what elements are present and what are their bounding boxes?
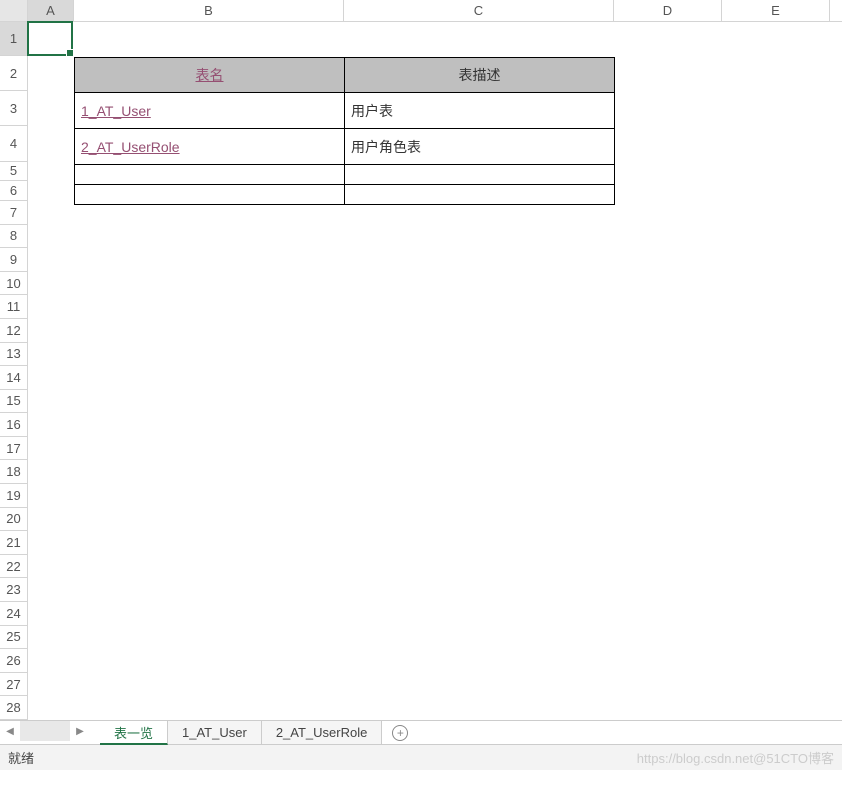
scroll-track[interactable]	[20, 721, 70, 741]
row-header-8[interactable]: 8	[0, 225, 27, 249]
row-header-19[interactable]: 19	[0, 484, 27, 508]
header-link[interactable]: 表名	[196, 67, 224, 83]
row-header-13[interactable]: 13	[0, 343, 27, 367]
row-header-11[interactable]: 11	[0, 295, 27, 319]
table-link[interactable]: 2_AT_UserRole	[81, 139, 180, 155]
row-header-22[interactable]: 22	[0, 555, 27, 579]
row-header-23[interactable]: 23	[0, 578, 27, 602]
table-row[interactable]	[75, 165, 615, 185]
table-row[interactable]: 1_AT_User 用户表	[75, 93, 615, 129]
row-header-16[interactable]: 16	[0, 413, 27, 437]
row-header-3[interactable]: 3	[0, 91, 27, 126]
status-ready: 就绪	[8, 748, 34, 767]
sheet-tab[interactable]: 表一览	[100, 721, 168, 745]
table-row[interactable]	[75, 185, 615, 205]
watermark-text: https://blog.csdn.net@51CTO博客	[637, 748, 834, 767]
row-header-15[interactable]: 15	[0, 390, 27, 414]
column-header-d[interactable]: D	[614, 0, 722, 21]
scroll-left-icon[interactable]: ◀	[0, 721, 20, 741]
sheet-area: 1234567891011121314151617181920212223242…	[0, 22, 842, 720]
row-header-14[interactable]: 14	[0, 366, 27, 390]
scroll-right-icon[interactable]: ▶	[70, 721, 90, 741]
column-headers: ABCDE	[0, 0, 842, 22]
sheet-tab[interactable]: 1_AT_User	[168, 721, 262, 744]
cell-grid[interactable]: 表名 表描述 1_AT_User 用户表 2_AT_UserRole 用户角色表	[28, 22, 842, 720]
column-header-a[interactable]: A	[28, 0, 74, 21]
table-cell-desc[interactable]: 用户角色表	[345, 129, 615, 165]
table-header-desc[interactable]: 表描述	[345, 58, 615, 93]
row-header-24[interactable]: 24	[0, 602, 27, 626]
table-header-name[interactable]: 表名	[75, 58, 345, 93]
column-header-c[interactable]: C	[344, 0, 614, 21]
column-header-e[interactable]: E	[722, 0, 830, 21]
sheet-tabs-bar: ◀ ▶ 表一览1_AT_User2_AT_UserRole +	[0, 720, 842, 744]
row-header-12[interactable]: 12	[0, 319, 27, 343]
row-header-27[interactable]: 27	[0, 673, 27, 697]
row-header-1[interactable]: 1	[0, 22, 27, 56]
sheet-tab[interactable]: 2_AT_UserRole	[262, 721, 383, 744]
row-header-20[interactable]: 20	[0, 508, 27, 532]
row-header-5[interactable]: 5	[0, 162, 27, 182]
row-header-28[interactable]: 28	[0, 696, 27, 720]
row-header-9[interactable]: 9	[0, 248, 27, 272]
row-header-21[interactable]: 21	[0, 531, 27, 555]
row-header-6[interactable]: 6	[0, 181, 27, 201]
add-sheet-button[interactable]: +	[382, 721, 418, 744]
row-header-4[interactable]: 4	[0, 126, 27, 161]
status-bar: 就绪 https://blog.csdn.net@51CTO博客	[0, 744, 842, 770]
plus-icon: +	[392, 725, 408, 741]
row-header-18[interactable]: 18	[0, 460, 27, 484]
data-table: 表名 表描述 1_AT_User 用户表 2_AT_UserRole 用户角色表	[74, 57, 615, 205]
row-headers: 1234567891011121314151617181920212223242…	[0, 22, 28, 720]
table-link[interactable]: 1_AT_User	[81, 103, 151, 119]
row-header-7[interactable]: 7	[0, 201, 27, 225]
table-row[interactable]: 2_AT_UserRole 用户角色表	[75, 129, 615, 165]
row-header-26[interactable]: 26	[0, 649, 27, 673]
column-header-b[interactable]: B	[74, 0, 344, 21]
row-header-2[interactable]: 2	[0, 56, 27, 90]
select-all-corner[interactable]	[0, 0, 28, 21]
row-header-17[interactable]: 17	[0, 437, 27, 461]
row-header-10[interactable]: 10	[0, 272, 27, 296]
active-cell-a1	[27, 21, 73, 56]
row-header-25[interactable]: 25	[0, 626, 27, 650]
table-cell-desc[interactable]: 用户表	[345, 93, 615, 129]
